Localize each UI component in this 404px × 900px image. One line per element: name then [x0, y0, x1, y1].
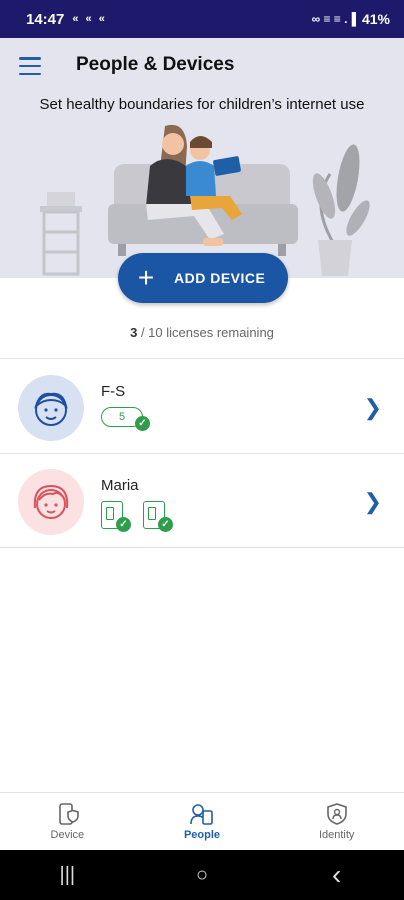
nav-label: People	[183, 829, 221, 841]
identity-shield-icon	[326, 803, 347, 825]
page-title: People & Devices	[76, 54, 235, 75]
nav-item-people[interactable]: People	[135, 793, 270, 850]
phone-device-icon: ✓	[101, 501, 131, 532]
people-icon	[190, 804, 213, 825]
status-right: ∞ ≡ ≡ .▐ 41%	[312, 11, 390, 27]
nav-item-device[interactable]: Device	[0, 793, 135, 850]
chevron-right-icon: ❯	[363, 489, 382, 514]
person-row-f-s[interactable]: F-S 5 ✓ ❯	[0, 361, 404, 453]
status-bar: 14:47 « « « ∞ ≡ ≡ .▐ 41%	[0, 0, 404, 38]
hero-header: People & Devices Set healthy boundaries …	[0, 38, 404, 278]
licenses-text: / 10 licenses remaining	[137, 325, 274, 340]
notification-icons: « « «	[72, 13, 107, 25]
person-name: Maria	[101, 477, 139, 494]
check-icon: ✓	[116, 517, 131, 532]
system-icons: ∞ ≡ ≡ .▐	[311, 12, 356, 26]
battery-level: 41%	[361, 11, 390, 27]
back-icon[interactable]: ‹	[307, 850, 367, 900]
boy-avatar	[18, 375, 84, 441]
home-icon[interactable]: ○	[172, 850, 232, 900]
person-name: F-S	[101, 383, 126, 400]
status-time: 14:47	[26, 10, 65, 28]
device-count: 5	[119, 411, 126, 423]
divider	[0, 358, 404, 359]
system-navigation-bar: ||| ○ ‹	[0, 850, 404, 900]
licenses-remaining: 3 / 10 licenses remaining	[0, 325, 404, 340]
bottom-navigation: Device People Identity	[0, 792, 404, 850]
add-device-label: ADD DEVICE	[174, 270, 266, 286]
phone-device-icon: ✓	[143, 501, 173, 532]
page-subtitle: Set healthy boundaries for children’s in…	[39, 96, 365, 113]
nav-item-identity[interactable]: Identity	[269, 793, 404, 850]
check-icon: ✓	[135, 416, 150, 431]
top-app-bar: People & Devices	[0, 50, 404, 82]
device-badges: 5 ✓	[101, 407, 150, 431]
girl-avatar	[18, 469, 84, 535]
recent-apps-icon[interactable]: |||	[37, 850, 97, 900]
add-device-button[interactable]: + ADD DEVICE	[118, 253, 288, 303]
check-icon: ✓	[158, 517, 173, 532]
hamburger-menu-icon[interactable]	[16, 54, 44, 78]
chevron-right-icon: ❯	[363, 395, 382, 420]
divider	[0, 547, 404, 548]
divider	[0, 453, 404, 454]
nav-label: Identity	[318, 829, 355, 841]
device-badges: ✓ ✓	[101, 501, 173, 532]
nav-label: Device	[50, 829, 85, 841]
person-row-maria[interactable]: Maria ✓ ✓ ❯	[0, 455, 404, 547]
device-count-badge: 5 ✓	[101, 407, 150, 431]
device-shield-icon	[59, 803, 80, 825]
plus-icon: +	[137, 262, 155, 293]
